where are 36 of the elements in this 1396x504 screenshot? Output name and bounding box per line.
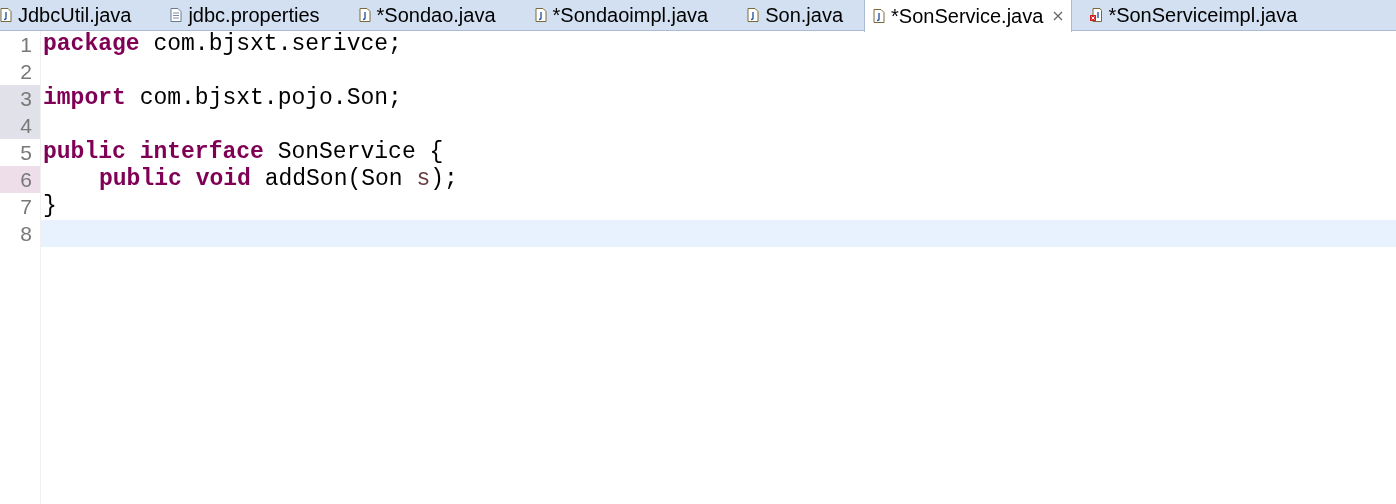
line-number: 1 <box>19 32 33 58</box>
code-keyword: void <box>195 166 251 192</box>
java-file-icon <box>358 8 371 22</box>
java-file-icon <box>747 8 760 22</box>
java-file-icon <box>0 8 12 22</box>
code-text: } <box>43 193 57 219</box>
code-text: s <box>416 166 431 192</box>
text-file-icon <box>170 8 183 22</box>
line-number: 2 <box>19 59 33 85</box>
editor-tab[interactable]: *Sondaoimpl.java <box>516 0 730 30</box>
editor-tab[interactable]: *Sondao.java <box>340 0 517 30</box>
code-keyword: public <box>43 139 126 165</box>
code-keyword: import <box>43 85 126 111</box>
code-keyword: interface <box>139 139 264 165</box>
code-text: com.bjsxt.serivce; <box>153 31 402 57</box>
code-keyword: package <box>43 31 140 57</box>
line-number: 5 <box>19 140 33 166</box>
code-keyword: public <box>99 166 182 192</box>
editor-tab[interactable]: *SonServiceimpl.java <box>1072 0 1319 30</box>
editor-tab[interactable]: Son.java <box>729 0 865 30</box>
java-file-icon <box>534 8 547 22</box>
java-file-icon <box>873 9 886 23</box>
line-number: 3 <box>0 85 40 112</box>
close-icon[interactable] <box>1053 11 1064 21</box>
line-number: 8 <box>19 221 33 247</box>
editor-tab[interactable]: JdbcUtil.java <box>0 0 153 30</box>
line-number: 4 <box>0 112 40 139</box>
code-text: addSon(Son <box>264 166 403 192</box>
editor-tab[interactable]: jdbc.properties <box>152 0 341 30</box>
code-text: SonService { <box>277 139 444 165</box>
editor-tab[interactable]: *SonService.java <box>864 0 1073 32</box>
line-number: 6 <box>0 166 40 193</box>
java-error-icon <box>1090 8 1103 22</box>
line-number: 7 <box>19 194 33 220</box>
code-text: com.bjsxt.pojo.Son; <box>139 85 402 111</box>
code-text: ); <box>430 166 458 192</box>
